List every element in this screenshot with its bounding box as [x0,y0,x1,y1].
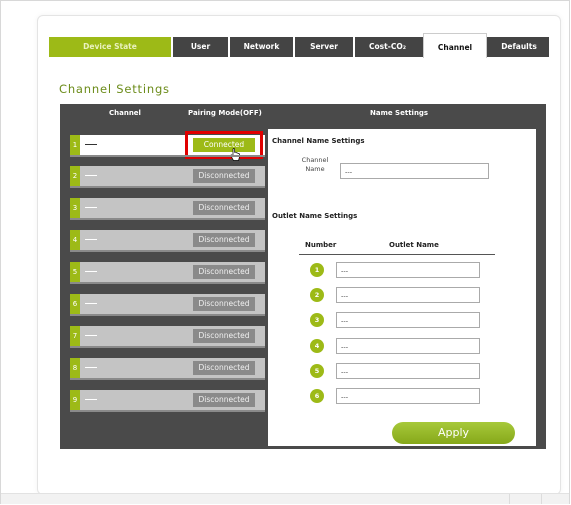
top-nav: Device State User Network Server Cost-CO… [49,33,549,58]
status-bar-divider [541,494,542,504]
channel-name-label-line1: Channel [301,156,329,164]
header-pairing-mode: Pairing Mode(OFF) [188,109,262,117]
channel-row-5[interactable]: 5 Disconnected [70,262,265,282]
channel-number: 8 [70,358,80,378]
outlet-number-badge: 3 [310,313,324,327]
row-shadow [70,410,265,412]
row-shadow [70,250,265,252]
name-settings-pane: Channel Name Settings Channel Name --- O… [268,129,536,446]
outlet-name-input-4[interactable]: --- [336,338,480,354]
channel-name-label: Channel Name [295,156,335,174]
disconnected-button[interactable]: Disconnected [193,297,255,311]
channel-row-8[interactable]: 8 Disconnected [70,358,265,378]
channel-name-dash [85,144,97,145]
disconnected-button[interactable]: Disconnected [193,393,255,407]
column-number: Number [305,241,337,249]
outlet-name-input-6[interactable]: --- [336,388,480,404]
disconnected-button[interactable]: Disconnected [193,233,255,247]
row-shadow [70,155,265,157]
outlet-number-badge: 6 [310,389,324,403]
outlet-number-badge: 2 [310,288,324,302]
outlet-name-input-2[interactable]: --- [336,287,480,303]
channel-row-4[interactable]: 4 Disconnected [70,230,265,250]
outlet-number-badge: 5 [310,364,324,378]
channel-settings-panel: Channel Pairing Mode(OFF) Name Settings … [60,104,546,449]
browser-status-bar [1,493,569,504]
tab-user[interactable]: User [173,37,228,57]
column-divider [299,254,495,255]
channel-name-dash [85,175,97,176]
row-shadow [70,346,265,348]
outlet-name-settings-title: Outlet Name Settings [272,212,358,220]
tab-channel[interactable]: Channel [423,33,487,58]
disconnected-button[interactable]: Disconnected [193,265,255,279]
status-bar-divider [509,494,510,504]
column-outlet-name: Outlet Name [389,241,439,249]
channel-name-dash [85,271,97,272]
channel-row-9[interactable]: 9 Disconnected [70,390,265,410]
channel-row-2[interactable]: 2 Disconnected [70,166,265,186]
channel-name-dash [85,399,97,400]
channel-name-dash [85,335,97,336]
channel-row-3[interactable]: 3 Disconnected [70,198,265,218]
tab-server[interactable]: Server [295,37,353,57]
channel-number: 9 [70,390,80,410]
disconnected-button[interactable]: Disconnected [193,361,255,375]
tab-defaults[interactable]: Defaults [489,37,549,57]
channel-number: 3 [70,198,80,218]
tab-device-state[interactable]: Device State [49,37,171,57]
channel-row-1[interactable]: 1 Connected [70,131,265,161]
settings-card: Device State User Network Server Cost-CO… [37,15,561,495]
channel-name-settings-title: Channel Name Settings [272,137,365,145]
row-shadow [70,378,265,380]
row-shadow [70,186,265,188]
channel-number: 2 [70,166,80,186]
channel-number: 4 [70,230,80,250]
channel-number: 6 [70,294,80,314]
row-shadow [70,282,265,284]
disconnected-button[interactable]: Disconnected [193,169,255,183]
channel-name-input[interactable]: --- [340,163,489,179]
channel-row-7[interactable]: 7 Disconnected [70,326,265,346]
channel-name-dash [85,303,97,304]
disconnected-button[interactable]: Disconnected [193,201,255,215]
outlet-number-badge: 1 [310,263,324,277]
header-name-settings: Name Settings [370,109,429,117]
channel-name-dash [85,367,97,368]
disconnected-button[interactable]: Disconnected [193,329,255,343]
header-channel: Channel [109,109,141,117]
tab-network[interactable]: Network [230,37,293,57]
outlet-name-input-3[interactable]: --- [336,312,480,328]
page-title: Channel Settings [59,82,170,96]
tab-cost-co2[interactable]: Cost-CO₂ [355,37,420,57]
row-shadow [70,314,265,316]
outlet-name-input-1[interactable]: --- [336,262,480,278]
channel-row-6[interactable]: 6 Disconnected [70,294,265,314]
apply-button[interactable]: Apply [392,422,515,444]
row-shadow [70,218,265,220]
channel-number: 5 [70,262,80,282]
outlet-number-badge: 4 [310,339,324,353]
channel-name-label-line2: Name [305,165,325,173]
channel-name-dash [85,207,97,208]
channel-name-dash [85,239,97,240]
channel-number: 7 [70,326,80,346]
outlet-name-input-5[interactable]: --- [336,363,480,379]
channel-number: 1 [70,135,80,155]
